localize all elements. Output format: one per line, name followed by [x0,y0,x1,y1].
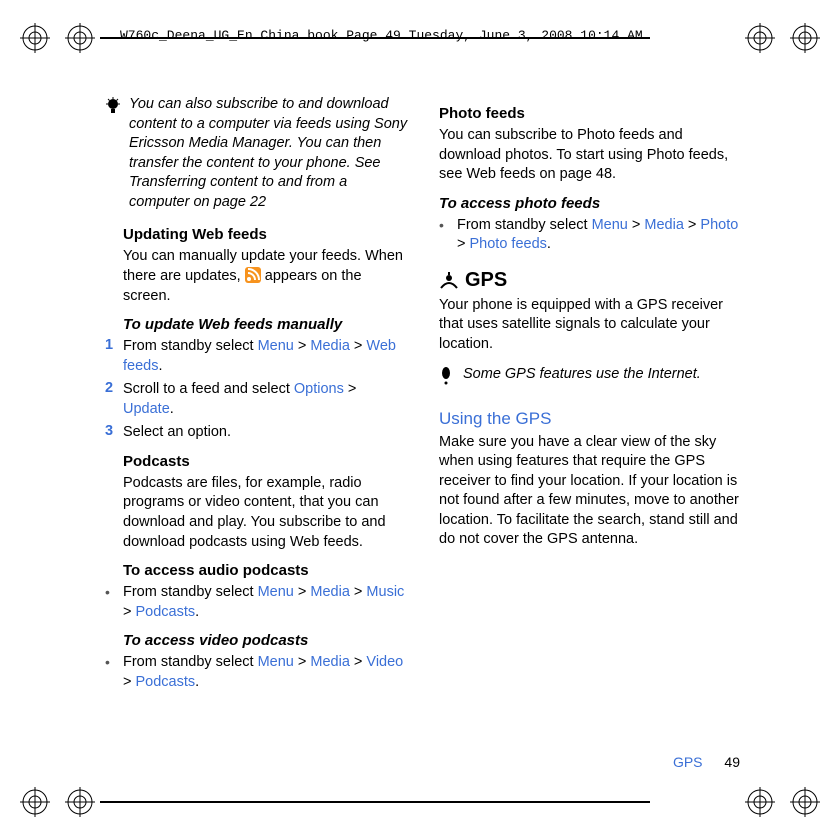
heading-gps: GPS [439,269,745,292]
heading-podcasts: Podcasts [123,453,411,470]
step-number: 1 [105,337,123,376]
registration-mark-icon [65,787,95,817]
bullet-icon: • [105,653,123,692]
left-column: You can also subscribe to and download c… [105,95,411,696]
gps-tip-text: Some GPS features use the Internet. [463,365,701,391]
heading-access-photo: To access photo feeds [439,195,745,212]
step-number: 3 [105,423,123,443]
body-updating: You can manually update your feeds. When… [123,247,411,306]
gps-tip: Some GPS features use the Internet. [439,365,745,391]
registration-mark-icon [790,23,820,53]
step-1: 1 From standby select Menu > Media > Web… [105,337,411,376]
gps-title-text: GPS [465,269,507,292]
bullet-body: From standby select Menu > Media > Music… [123,583,411,622]
bullet-body: From standby select Menu > Media > Photo… [457,216,745,255]
right-column: Photo feeds You can subscribe to Photo f… [439,95,745,696]
tip-bulb-icon [105,95,121,212]
heading-using-gps: Using the GPS [439,409,745,429]
bullet-audio: • From standby select Menu > Media > Mus… [105,583,411,622]
heading-updating-web-feeds: Updating Web feeds [123,226,411,243]
tip-text: You can also subscribe to and download c… [129,95,411,212]
heading-audio-podcasts: To access audio podcasts [123,562,411,579]
bullet-photo: • From standby select Menu > Media > Pho… [439,216,745,255]
heading-manual-update: To update Web feeds manually [123,316,411,333]
step-body: Select an option. [123,423,231,443]
registration-mark-icon [20,787,50,817]
step-body: Scroll to a feed and select Options > Up… [123,380,411,419]
bullet-video: • From standby select Menu > Media > Vid… [105,653,411,692]
registration-mark-icon [745,787,775,817]
step-number: 2 [105,380,123,419]
tip-block: You can also subscribe to and download c… [105,95,411,212]
body-podcasts: Podcasts are files, for example, radio p… [123,474,411,552]
gps-satellite-icon [439,270,459,290]
registration-mark-icon [65,23,95,53]
step-body: From standby select Menu > Media > Web f… [123,337,411,376]
registration-mark-icon [790,787,820,817]
heading-video-podcasts: To access video podcasts [123,632,411,649]
footer-page: 49 [724,754,740,770]
footer-crop-row [0,784,840,820]
bullet-body: From standby select Menu > Media > Video… [123,653,411,692]
rss-icon [245,267,261,283]
footer-section: GPS [673,754,703,770]
bullet-icon: • [439,216,457,255]
bullet-icon: • [105,583,123,622]
page-marker: GPS 49 [673,754,740,770]
registration-mark-icon [745,23,775,53]
step-3: 3 Select an option. [105,423,411,443]
heading-photo-feeds: Photo feeds [439,105,745,122]
body-photo-feeds: You can subscribe to Photo feeds and dow… [439,126,745,185]
content-columns: You can also subscribe to and download c… [105,95,745,696]
info-bulb-icon [439,365,455,391]
crop-bar [100,801,650,803]
step-2: 2 Scroll to a feed and select Options > … [105,380,411,419]
header-stamp: W760c_Deena_UG_En China.book Page 49 Tue… [120,28,643,43]
body-gps: Your phone is equipped with a GPS receiv… [439,296,745,355]
registration-mark-icon [20,23,50,53]
body-using-gps: Make sure you have a clear view of the s… [439,433,745,550]
